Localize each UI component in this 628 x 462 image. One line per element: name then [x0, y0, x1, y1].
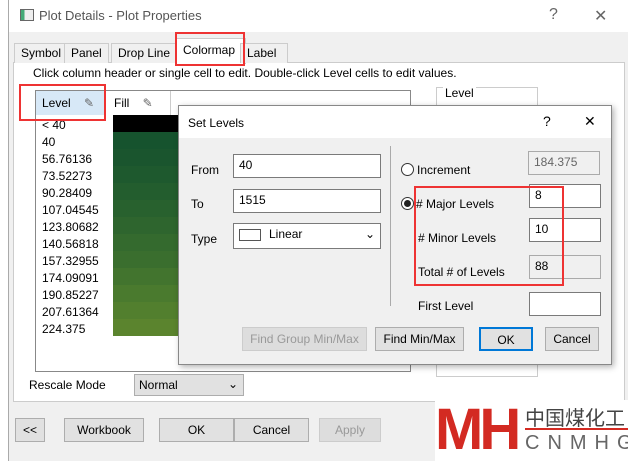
- help-button[interactable]: ?: [549, 6, 558, 24]
- watermark-mark: MH: [435, 397, 521, 462]
- level-cell[interactable]: 174.09091: [42, 271, 99, 288]
- tab-symbol[interactable]: Symbol: [14, 43, 69, 63]
- level-cell[interactable]: 157.32955: [42, 254, 99, 271]
- fill-cell[interactable]: [113, 166, 188, 183]
- workbook-button[interactable]: Workbook: [64, 418, 144, 442]
- to-label: To: [191, 197, 204, 211]
- level-cell[interactable]: 190.85227: [42, 288, 99, 305]
- title-bar: Plot Details - Plot Properties ? ✕: [9, 0, 628, 32]
- increment-radio[interactable]: [401, 163, 414, 176]
- type-value: Linear: [269, 227, 303, 241]
- type-select[interactable]: Linear ⌄: [233, 223, 381, 249]
- chevron-down-icon: ⌄: [364, 227, 375, 241]
- set-levels-title: Set Levels: [188, 116, 245, 130]
- divider: [390, 146, 391, 306]
- fill-cell[interactable]: [113, 132, 188, 149]
- fill-cell[interactable]: [113, 115, 188, 132]
- from-label: From: [191, 163, 219, 177]
- first-level-label: First Level: [418, 299, 474, 313]
- level-cell[interactable]: 90.28409: [42, 186, 92, 203]
- fill-cell[interactable]: [113, 285, 188, 302]
- find-min-max-button[interactable]: Find Min/Max: [375, 327, 464, 351]
- highlight-box: [19, 84, 106, 121]
- ok-button[interactable]: OK: [159, 418, 234, 442]
- close-button[interactable]: ✕: [594, 6, 607, 26]
- set-levels-dialog: Set Levels ? ✕ From 40 To 1515 Type Line…: [178, 105, 612, 365]
- level-cell[interactable]: 73.52273: [42, 169, 92, 186]
- fill-cell[interactable]: [113, 251, 188, 268]
- to-input[interactable]: 1515: [233, 189, 381, 213]
- level-cell[interactable]: 107.04545: [42, 203, 99, 220]
- fill-cell[interactable]: [113, 319, 188, 336]
- ok-button[interactable]: OK: [479, 327, 533, 351]
- tab-panel-tab[interactable]: Panel: [64, 43, 109, 63]
- cancel-button[interactable]: Cancel: [234, 418, 309, 442]
- tab-drop-line[interactable]: Drop Line: [111, 43, 178, 63]
- cancel-button[interactable]: Cancel: [545, 327, 599, 351]
- fill-cell[interactable]: [113, 234, 188, 251]
- watermark-logo: MH 中国煤化工 CNMHG: [435, 400, 628, 461]
- collapse-button[interactable]: <<: [15, 418, 45, 442]
- level-cell[interactable]: 40: [42, 135, 55, 152]
- level-cell[interactable]: 123.80682: [42, 220, 99, 237]
- app-icon: [20, 9, 34, 21]
- highlight-box: [414, 186, 564, 286]
- level-cell[interactable]: 140.56818: [42, 237, 99, 254]
- highlight-box: [175, 32, 245, 66]
- close-button[interactable]: ✕: [584, 113, 596, 130]
- pencil-icon: ✎: [142, 96, 153, 110]
- set-levels-title-bar: Set Levels ? ✕: [179, 106, 611, 138]
- rescale-mode-select[interactable]: Normal ⌄: [134, 374, 244, 396]
- fill-cell[interactable]: [113, 302, 188, 319]
- watermark-rule: [525, 428, 628, 430]
- watermark-en: CNMHG: [525, 432, 628, 454]
- level-cell[interactable]: 207.61364: [42, 305, 99, 322]
- fill-cell[interactable]: [113, 268, 188, 285]
- fill-cell[interactable]: [113, 200, 188, 217]
- first-level-input[interactable]: [529, 292, 601, 316]
- major-levels-radio[interactable]: [401, 197, 414, 210]
- apply-button[interactable]: Apply: [319, 418, 381, 442]
- increment-input[interactable]: 184.375: [528, 151, 600, 175]
- hint-text: Click column header or single cell to ed…: [33, 66, 457, 80]
- fill-column-header[interactable]: Fill ✎: [108, 91, 168, 115]
- window-title: Plot Details - Plot Properties: [39, 8, 202, 23]
- header-divider: [170, 91, 171, 115]
- fill-header-label: Fill: [114, 96, 130, 110]
- grid-rows: < 40 40 56.76136 73.52273 90.28409 107.04545 1…: [36, 115, 196, 371]
- level-cell[interactable]: 56.76136: [42, 152, 92, 169]
- linear-icon: [239, 228, 261, 241]
- level-cell[interactable]: 224.375: [42, 322, 85, 339]
- watermark-cn: 中国煤化工: [525, 408, 625, 430]
- help-button[interactable]: ?: [543, 113, 551, 129]
- rescale-mode-value: Normal: [139, 378, 178, 392]
- chevron-down-icon: ⌄: [227, 377, 238, 391]
- fill-cell[interactable]: [113, 217, 188, 234]
- type-label: Type: [191, 232, 218, 246]
- tab-label[interactable]: Label: [240, 43, 288, 63]
- increment-label: Increment: [417, 163, 471, 177]
- find-group-min-max-button[interactable]: Find Group Min/Max: [242, 327, 367, 351]
- rescale-mode-label: Rescale Mode: [29, 378, 106, 392]
- from-input[interactable]: 40: [233, 154, 381, 178]
- fill-cell[interactable]: [113, 149, 188, 166]
- fill-cell[interactable]: [113, 183, 188, 200]
- level-group-label: Level: [443, 86, 476, 100]
